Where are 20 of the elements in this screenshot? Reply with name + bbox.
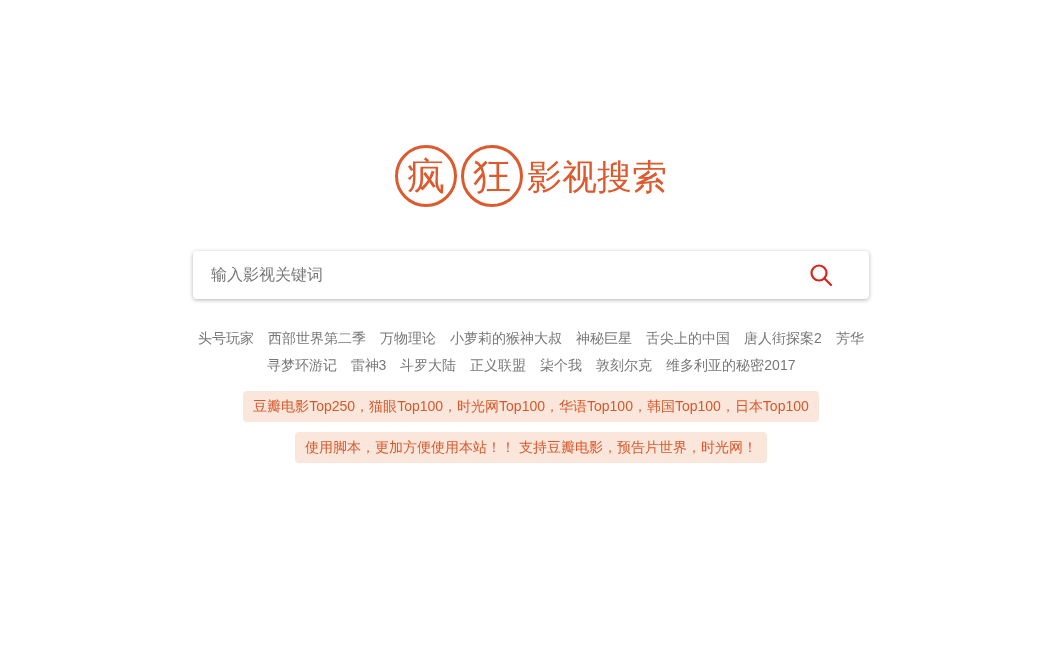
keyword-link[interactable]: 万物理论 [380,329,437,348]
keyword-link[interactable]: 舌尖上的中国 [646,329,731,348]
logo-text: 影视搜索 [527,158,667,194]
keyword-link[interactable]: 维多利亚的秘密2017 [666,356,796,375]
keyword-link[interactable]: 小萝莉的猴神大叔 [450,329,563,348]
keyword-link[interactable]: 头号玩家 [198,329,255,348]
keyword-link[interactable]: 唐人街探案2 [744,329,822,348]
notice-link[interactable]: 豆瓣电影Top250，猫眼Top100，时光网Top100，华语Top100，韩国Top100，日本Top100 [243,391,819,422]
keyword-link[interactable]: 柒个我 [540,356,583,375]
keyword-link[interactable]: 神秘巨星 [576,329,633,348]
keyword-link[interactable]: 芳华 [835,329,864,348]
keyword-link[interactable]: 西部世界第二季 [268,329,367,348]
keyword-link[interactable]: 寻梦环游记 [266,356,337,375]
search-icon[interactable] [809,263,833,287]
keyword-link[interactable]: 斗罗大陆 [400,356,457,375]
keyword-link[interactable]: 正义联盟 [470,356,527,375]
notice-link[interactable]: 使用脚本，更加方便使用本站！！ 支持豆瓣电影，预告片世界，时光网！ [295,432,767,463]
search-field[interactable]: 输入影视关键词 [193,251,869,299]
keyword-link[interactable]: 敦刻尔克 [596,356,653,375]
keyword-link[interactable]: 雷神3 [350,356,387,375]
